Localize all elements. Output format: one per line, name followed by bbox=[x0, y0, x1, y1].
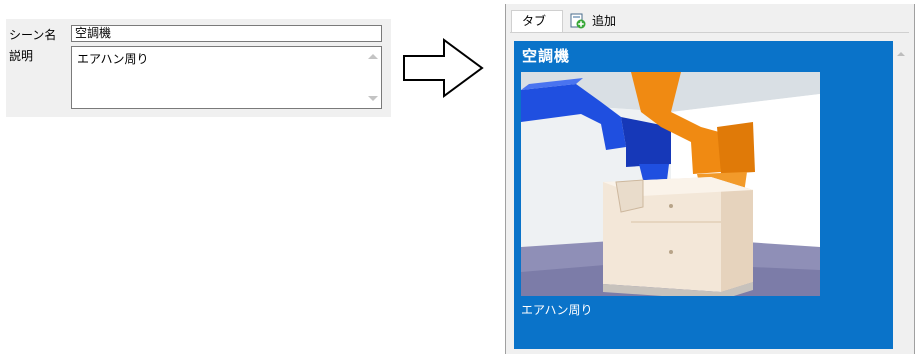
chevron-up-icon[interactable] bbox=[897, 52, 905, 56]
description-scrollbar[interactable] bbox=[364, 47, 381, 108]
scene-description: エアハン周り bbox=[521, 303, 593, 317]
scene-thumbnail[interactable] bbox=[521, 72, 820, 296]
description-label: 説明 bbox=[9, 49, 34, 63]
panel-scrollbar[interactable] bbox=[893, 41, 910, 349]
scene-properties-form: シーン名 空調機 説明 エアハン周り bbox=[6, 19, 391, 117]
hvac-scene-image bbox=[521, 72, 820, 296]
chevron-up-icon[interactable] bbox=[368, 54, 378, 59]
tab-main-label: タブ bbox=[522, 14, 547, 28]
scene-card[interactable]: 空調機 エアハン周り bbox=[514, 41, 893, 349]
tab-main[interactable]: タブ bbox=[511, 10, 563, 32]
add-page-icon bbox=[570, 13, 586, 29]
add-tab-button[interactable]: 追加 bbox=[566, 10, 644, 32]
right-arrow-icon bbox=[403, 38, 484, 98]
scene-window: タブ 追加 空調機 エアハン周り bbox=[505, 4, 915, 354]
chevron-down-icon[interactable] bbox=[368, 96, 378, 101]
add-tab-label: 追加 bbox=[592, 14, 617, 28]
tab-divider bbox=[510, 32, 909, 33]
description-textarea[interactable]: エアハン周り bbox=[71, 46, 382, 109]
scene-title: 空調機 bbox=[522, 47, 571, 65]
description-text: エアハン周り bbox=[77, 52, 149, 66]
scene-name-label: シーン名 bbox=[9, 28, 57, 42]
scene-name-input[interactable]: 空調機 bbox=[71, 25, 382, 42]
